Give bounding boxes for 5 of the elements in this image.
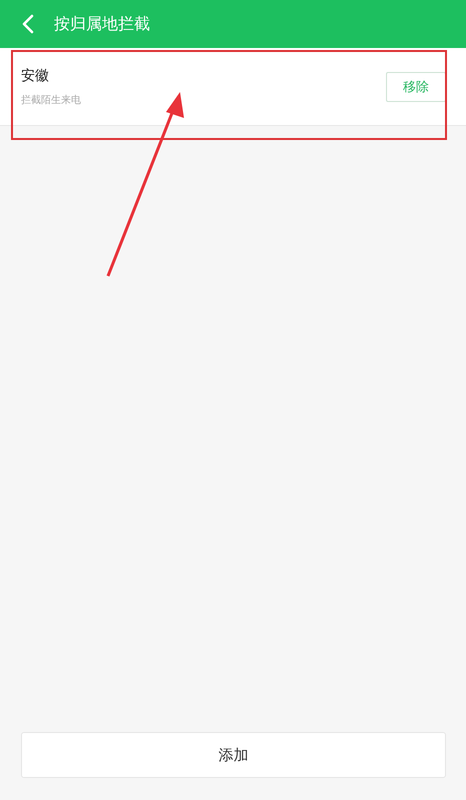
region-name: 安徽: [21, 66, 50, 84]
back-icon: [22, 14, 34, 34]
item-subtitle: 拦截陌生来电: [21, 94, 81, 106]
page-title: 按归属地拦截: [54, 14, 150, 34]
add-button[interactable]: 添加: [21, 732, 446, 778]
